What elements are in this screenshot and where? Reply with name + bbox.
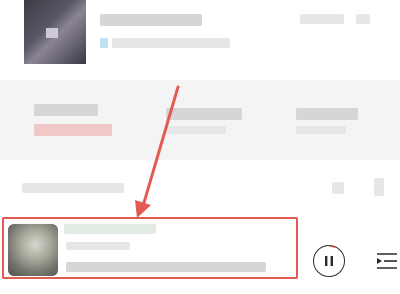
- playlist-icon: [377, 253, 397, 269]
- arrow-shaft: [141, 85, 180, 208]
- arrow-head: [135, 200, 151, 218]
- annotation-highlight-box: [2, 217, 298, 279]
- playlist-button[interactable]: [374, 248, 400, 274]
- progress-ring: [328, 245, 336, 248]
